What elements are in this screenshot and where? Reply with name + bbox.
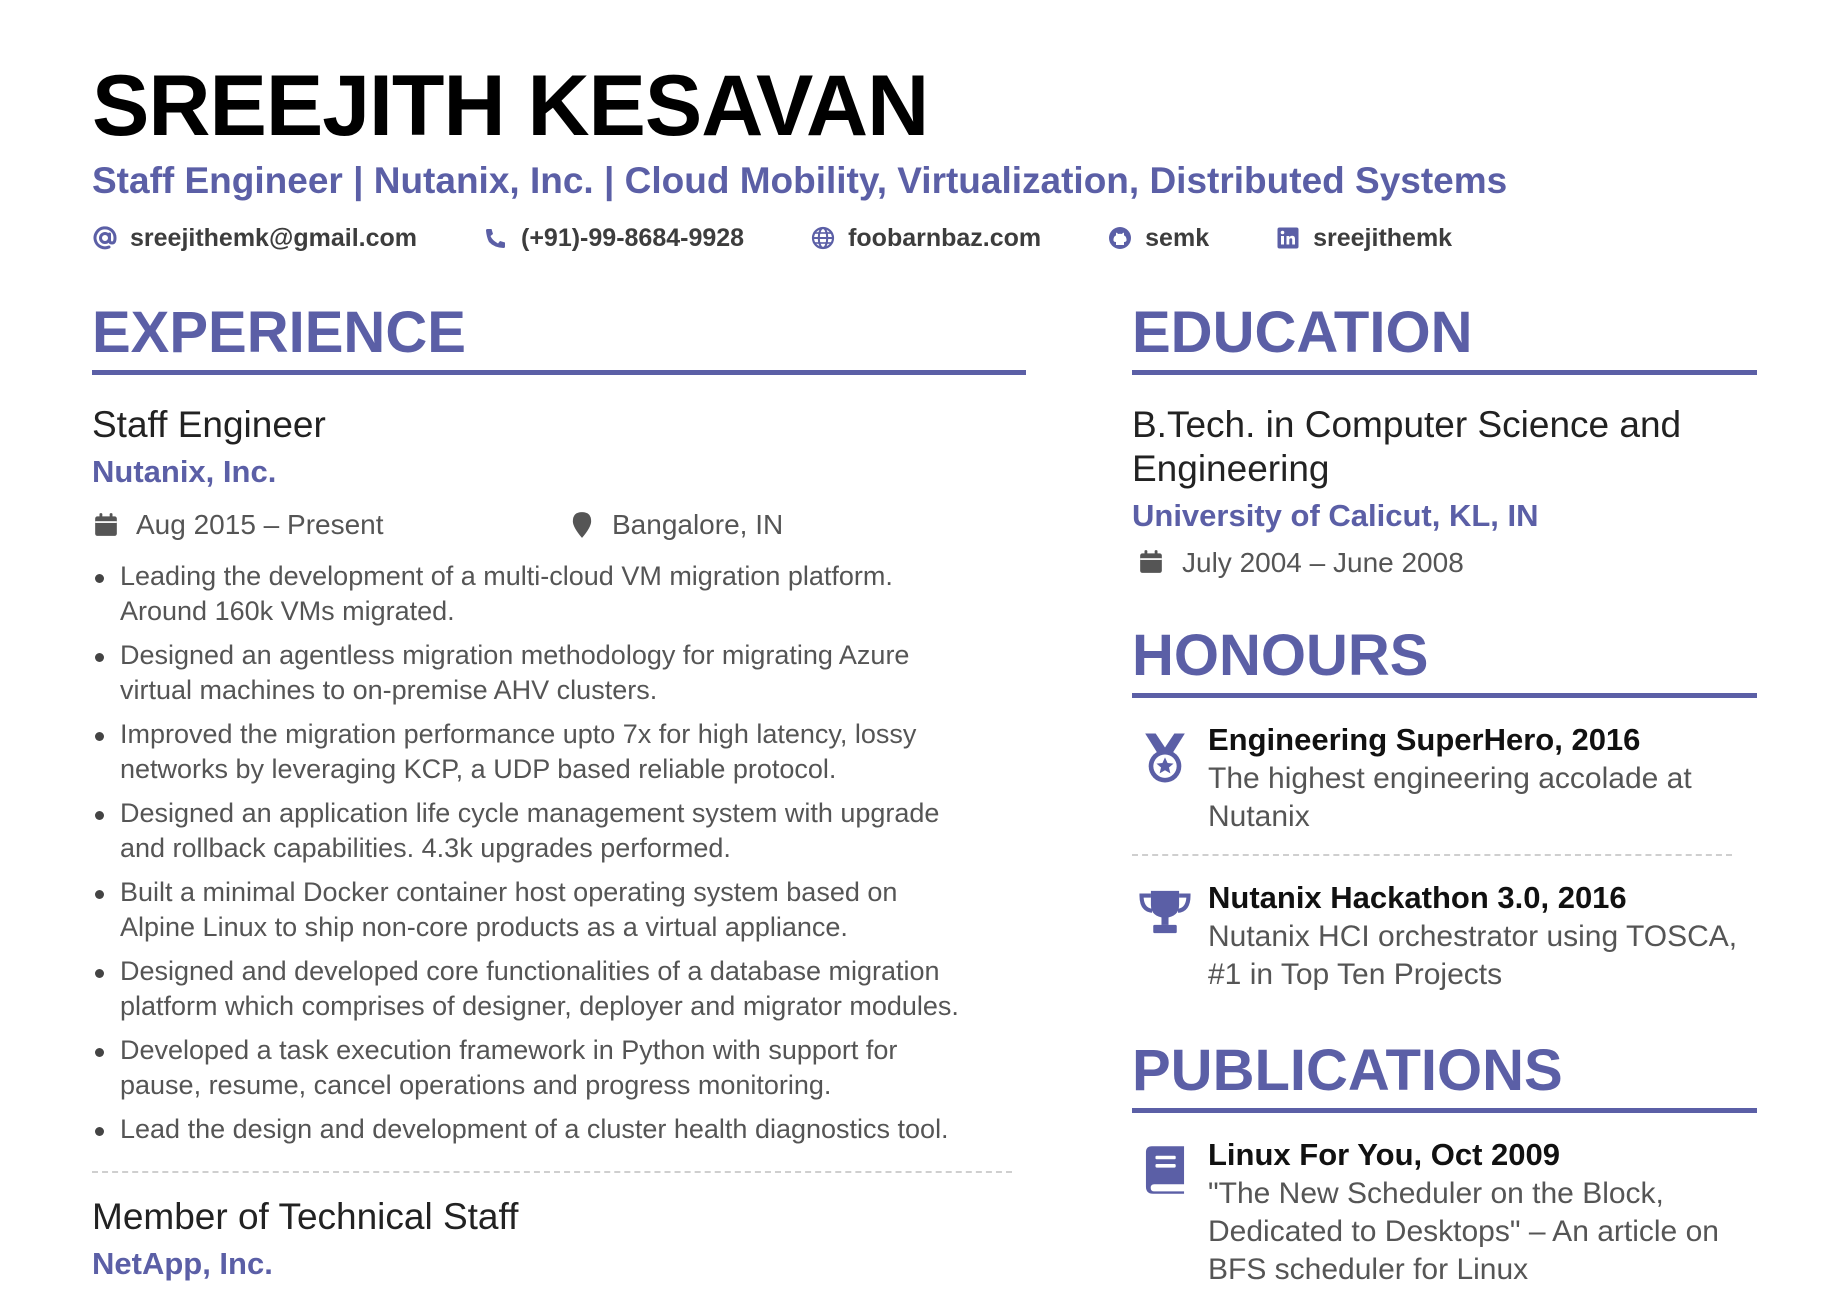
job-meta: Aug 2015 – Present Bangalore, IN bbox=[92, 507, 1026, 543]
honour-title: Engineering SuperHero, 2016 bbox=[1208, 722, 1641, 757]
location-pin-icon bbox=[568, 511, 596, 539]
job-entry: Staff Engineer Nutanix, Inc. Aug 2015 – … bbox=[92, 403, 1026, 1147]
honour-divider bbox=[1132, 854, 1732, 856]
job-title: Member of Technical Staff bbox=[92, 1196, 519, 1237]
job-entry: Member of Technical Staff NetApp, Inc. bbox=[92, 1195, 1026, 1285]
job-company: NetApp, Inc. bbox=[92, 1246, 273, 1281]
education-degree: B.Tech. in Computer Science and Engineer… bbox=[1132, 404, 1682, 489]
tagline: Staff Engineer | Nutanix, Inc. | Cloud M… bbox=[92, 160, 1508, 201]
experience-column: EXPERIENCE Staff Engineer Nutanix, Inc. … bbox=[92, 300, 1026, 1285]
job-dates: Aug 2015 – Present bbox=[92, 507, 384, 543]
honour-entry: Engineering SuperHero, 2016 The highest … bbox=[1132, 722, 1757, 836]
contact-bar: sreejithemk@gmail.com (+91)-99-8684-9928… bbox=[92, 218, 1762, 258]
globe-icon bbox=[810, 225, 836, 251]
trophy-icon bbox=[1138, 888, 1192, 941]
contact-phone[interactable]: (+91)-99-8684-9928 bbox=[483, 224, 744, 253]
phone-text: (+91)-99-8684-9928 bbox=[521, 223, 745, 252]
publication-title: Linux For You, Oct 2009 bbox=[1208, 1137, 1560, 1172]
honour-entry: Nutanix Hackathon 3.0, 2016 Nutanix HCI … bbox=[1132, 880, 1757, 994]
candidate-name: SREEJITH KESAVAN bbox=[92, 58, 929, 154]
list-item: Developed a task execution framework in … bbox=[92, 1033, 970, 1103]
github-icon bbox=[1107, 225, 1133, 251]
education-heading: EDUCATION bbox=[1132, 300, 1757, 375]
calendar-icon bbox=[1138, 549, 1166, 577]
list-item: Designed an application life cycle manag… bbox=[92, 796, 970, 866]
contact-linkedin[interactable]: sreejithemk bbox=[1275, 224, 1452, 253]
job-location: Bangalore, IN bbox=[568, 507, 783, 543]
honour-description: Nutanix HCI orchestrator using TOSCA, #1… bbox=[1208, 920, 1738, 991]
github-text: semk bbox=[1145, 223, 1210, 252]
resume-page: SREEJITH KESAVAN Staff Engineer | Nutani… bbox=[92, 58, 1762, 1286]
calendar-icon bbox=[92, 511, 120, 539]
publication-description: "The New Scheduler on the Block, Dedicat… bbox=[1208, 1177, 1719, 1286]
list-item: Designed and developed core functionalit… bbox=[92, 954, 970, 1024]
job-dates-text: Aug 2015 – Present bbox=[136, 509, 384, 540]
job-divider bbox=[92, 1171, 1012, 1173]
list-item: Lead the design and development of a clu… bbox=[92, 1112, 970, 1147]
publications-heading: PUBLICATIONS bbox=[1132, 1038, 1757, 1113]
honour-title: Nutanix Hackathon 3.0, 2016 bbox=[1208, 880, 1627, 915]
publication-entry: Linux For You, Oct 2009 "The New Schedul… bbox=[1132, 1137, 1757, 1289]
contact-email[interactable]: sreejithemk@gmail.com bbox=[92, 224, 417, 253]
honours-heading: HONOURS bbox=[1132, 623, 1757, 698]
education-dates-text: July 2004 – June 2008 bbox=[1182, 547, 1464, 578]
contact-github[interactable]: semk bbox=[1107, 224, 1209, 253]
sidebar-column: EDUCATION B.Tech. in Computer Science an… bbox=[1132, 300, 1757, 1289]
job-bullets: Leading the development of a multi-cloud… bbox=[92, 559, 1026, 1147]
education-dates: July 2004 – June 2008 bbox=[1132, 547, 1757, 579]
education-entry: B.Tech. in Computer Science and Engineer… bbox=[1132, 403, 1757, 579]
education-school: University of Calicut, KL, IN bbox=[1132, 498, 1539, 533]
phone-icon bbox=[483, 225, 509, 251]
at-icon bbox=[92, 225, 118, 251]
list-item: Designed an agentless migration methodol… bbox=[92, 638, 970, 708]
website-text: foobarnbaz.com bbox=[848, 223, 1042, 252]
linkedin-text: sreejithemk bbox=[1313, 223, 1453, 252]
contact-website[interactable]: foobarnbaz.com bbox=[810, 224, 1041, 253]
medal-icon bbox=[1141, 730, 1189, 791]
job-title: Staff Engineer bbox=[92, 404, 326, 445]
book-icon bbox=[1143, 1145, 1187, 1200]
linkedin-icon bbox=[1275, 225, 1301, 251]
job-company: Nutanix, Inc. bbox=[92, 454, 277, 489]
experience-heading: EXPERIENCE bbox=[92, 300, 1026, 375]
list-item: Built a minimal Docker container host op… bbox=[92, 875, 970, 945]
email-text: sreejithemk@gmail.com bbox=[130, 223, 417, 252]
list-item: Leading the development of a multi-cloud… bbox=[92, 559, 970, 629]
honour-description: The highest engineering accolade at Nuta… bbox=[1208, 762, 1692, 833]
list-item: Improved the migration performance upto … bbox=[92, 717, 970, 787]
job-location-text: Bangalore, IN bbox=[612, 509, 784, 540]
